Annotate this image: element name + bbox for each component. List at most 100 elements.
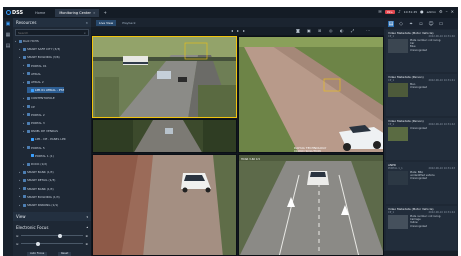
tab-live-view[interactable]: Live View [96,19,117,26]
zoom-out-icon[interactable]: ⊖ [16,234,19,238]
record-icon[interactable]: ▣ [307,28,311,33]
video-tile-5[interactable]: HCAR 3-60 4.5 [238,154,384,256]
tree-org-item[interactable]: ▸ PORTAL 5 [23,145,45,151]
tree-org-item[interactable]: ▸ DOCK (1/2) [23,161,47,167]
chevron-right-icon[interactable]: ▸ [23,146,26,149]
auto-focus-button[interactable]: Auto Focus [27,252,48,256]
chevron-right-icon[interactable]: ▸ [19,56,22,59]
event-card[interactable]: Video Metadata (Person) CP_1 2022-06-10 10… [386,118,457,160]
add-tab-icon[interactable]: + [103,10,106,15]
layout-icon[interactable]: ▦ [5,32,11,38]
tree-org-item[interactable]: ▸ PORTAL 3 [23,120,45,126]
camera-icon[interactable]: ▣ [5,21,11,27]
tree-org-item[interactable]: ▸ CP [23,104,35,110]
tree-org-item[interactable]: ▸ ATRIAL [23,71,41,77]
tree-org-item[interactable]: ▸ PANEL DE VENDAS [23,128,58,134]
close-icon[interactable]: ✕ [93,11,96,15]
map-icon[interactable]: ▤ [5,43,11,49]
event-snapshot[interactable] [388,83,408,97]
chevron-down-icon[interactable]: ▾ [86,215,88,219]
chevron-right-icon[interactable]: ▸ [19,48,22,51]
search-box[interactable]: ⌕ [15,29,89,36]
chevron-right-icon[interactable]: ▸ [23,81,26,84]
more-icon[interactable]: ⋯ [366,28,370,33]
search-input[interactable] [18,30,78,35]
layout-grid-icon[interactable]: ⊞ [318,28,321,33]
chevron-right-icon[interactable]: ▸ [23,72,26,75]
tab-monitoring-center[interactable]: Monitoring Center ✕ [55,8,100,17]
chevron-right-icon[interactable]: ▸ [23,113,26,116]
event-snapshot[interactable] [388,215,408,229]
focus-near-icon[interactable]: ⊖ [16,242,19,246]
chevron-right-icon[interactable]: ▸ [23,163,26,166]
tree-camera-item[interactable]: LPR - DE - PANEL LPR [27,136,66,142]
chevron-right-icon[interactable]: ▸ [23,97,26,100]
event-snapshot[interactable] [388,39,408,53]
audio-icon[interactable]: ◐ [340,28,344,33]
car-icon[interactable]: ▭ [438,21,444,27]
next-icon[interactable]: ▸ [243,28,245,33]
tree-org-item[interactable]: ▸ Root HCHS [15,38,39,44]
sequence-icon[interactable]: ◎ [329,28,333,33]
mail-icon[interactable]: ✉ [378,9,381,14]
tree-camera-item[interactable]: LPR 01 ATRIAL - PTZ [27,87,65,94]
tree-org-item[interactable]: ▸ SMART BANK (1/3) [19,169,54,175]
search-icon[interactable]: ⌕ [84,31,86,35]
chevron-right-icon[interactable]: ▸ [19,179,22,182]
focus-far-icon[interactable]: ⊕ [85,242,88,246]
chevron-right-icon[interactable]: ▸ [19,204,22,207]
bell-icon[interactable]: ♪ [398,9,401,14]
user-icon[interactable]: ● [420,9,424,14]
tree-camera-item[interactable]: PORTAL 1 (1) [27,153,54,159]
alarm-count-badge[interactable]: 99+ [384,9,396,14]
view-header[interactable]: View ▾ [13,212,91,221]
tree-org-item[interactable]: ▸ SMART PARKING (1/1) [19,202,58,208]
collapse-icon[interactable]: ✕ [85,21,88,25]
tab-playback[interactable]: Playback [119,20,138,26]
fullscreen-icon[interactable]: ⤢ [351,28,354,33]
prev-icon[interactable]: ◂ [231,28,233,33]
video-tile-3[interactable] [92,119,237,153]
user-name[interactable]: admin [427,10,436,14]
chevron-right-icon[interactable]: ▸ [19,171,22,174]
event-list-icon[interactable]: ▤ [388,20,394,27]
chevron-right-icon[interactable]: ▸ [19,195,22,198]
chevron-right-icon[interactable]: ▸ [23,122,26,125]
settings-icon[interactable]: ⚙ [439,9,443,14]
chevron-right-icon[interactable]: ▸ [15,40,18,43]
event-card[interactable]: Video Metadata (Motor Vehicle) CP_1 2022-0… [386,206,457,250]
snapshot-icon[interactable]: ◙ [296,28,300,33]
tree-org-item[interactable]: ▸ PORTAL 01 [23,63,47,69]
tree-org-item[interactable]: ▸ SMART RETAIL (1/3) [19,177,55,183]
tree-org-item[interactable]: ▸ SMART BUILDING (1/3) [19,194,60,200]
event-snapshot[interactable] [388,127,408,141]
zoom-slider[interactable] [20,233,84,238]
zoom-slider-knob[interactable] [58,233,63,238]
tree-org-item[interactable]: ▸ SMART SAFE CITY (3/3) [19,46,60,52]
reset-button[interactable]: Reset [58,252,72,256]
tree-org-item[interactable]: ▸ SMART BANK (1/3) [19,186,54,192]
chevron-right-icon[interactable]: ▸ [23,130,26,133]
minimize-icon[interactable]: – [446,9,448,14]
event-card[interactable]: Video Metadata (Person) CP_1 2022-06-10 10… [386,74,457,116]
tree-org-item[interactable]: ▸ PORTAL 2 [23,112,45,118]
chevron-up-icon[interactable]: ▴ [86,225,88,229]
face-icon[interactable]: ☺ [428,21,434,27]
zoom-in-icon[interactable]: ⊕ [85,234,88,238]
chevron-right-icon[interactable]: ▸ [23,64,26,67]
video-tile-1[interactable] [92,36,237,118]
tree-org-item[interactable]: ▸ CONTENTOPOLE [23,95,55,101]
video-tile-2[interactable]: CLOUD SOLUTION DAHUA TECHNOLOGY [238,36,384,153]
focus-slider-knob[interactable] [36,241,41,246]
lock-icon[interactable]: ▫ [418,21,424,27]
filter-icon[interactable]: ◇ [398,21,404,27]
event-card[interactable]: ANPR PORTAL 1_1 2022-06-10 10:31:43 Plate: … [386,162,457,204]
window-close-icon[interactable]: ✕ [451,9,454,14]
event-snapshot[interactable] [388,171,408,185]
play-icon[interactable]: ▸ [237,28,239,33]
event-card[interactable]: Video Metadata (Motor Vehicle) CP_1 2022-0… [386,30,457,72]
chevron-right-icon[interactable]: ▸ [23,105,26,108]
pin-icon[interactable]: ⌖ [408,21,414,27]
tab-home[interactable]: Home [31,9,49,17]
video-tile-4[interactable] [92,154,237,256]
